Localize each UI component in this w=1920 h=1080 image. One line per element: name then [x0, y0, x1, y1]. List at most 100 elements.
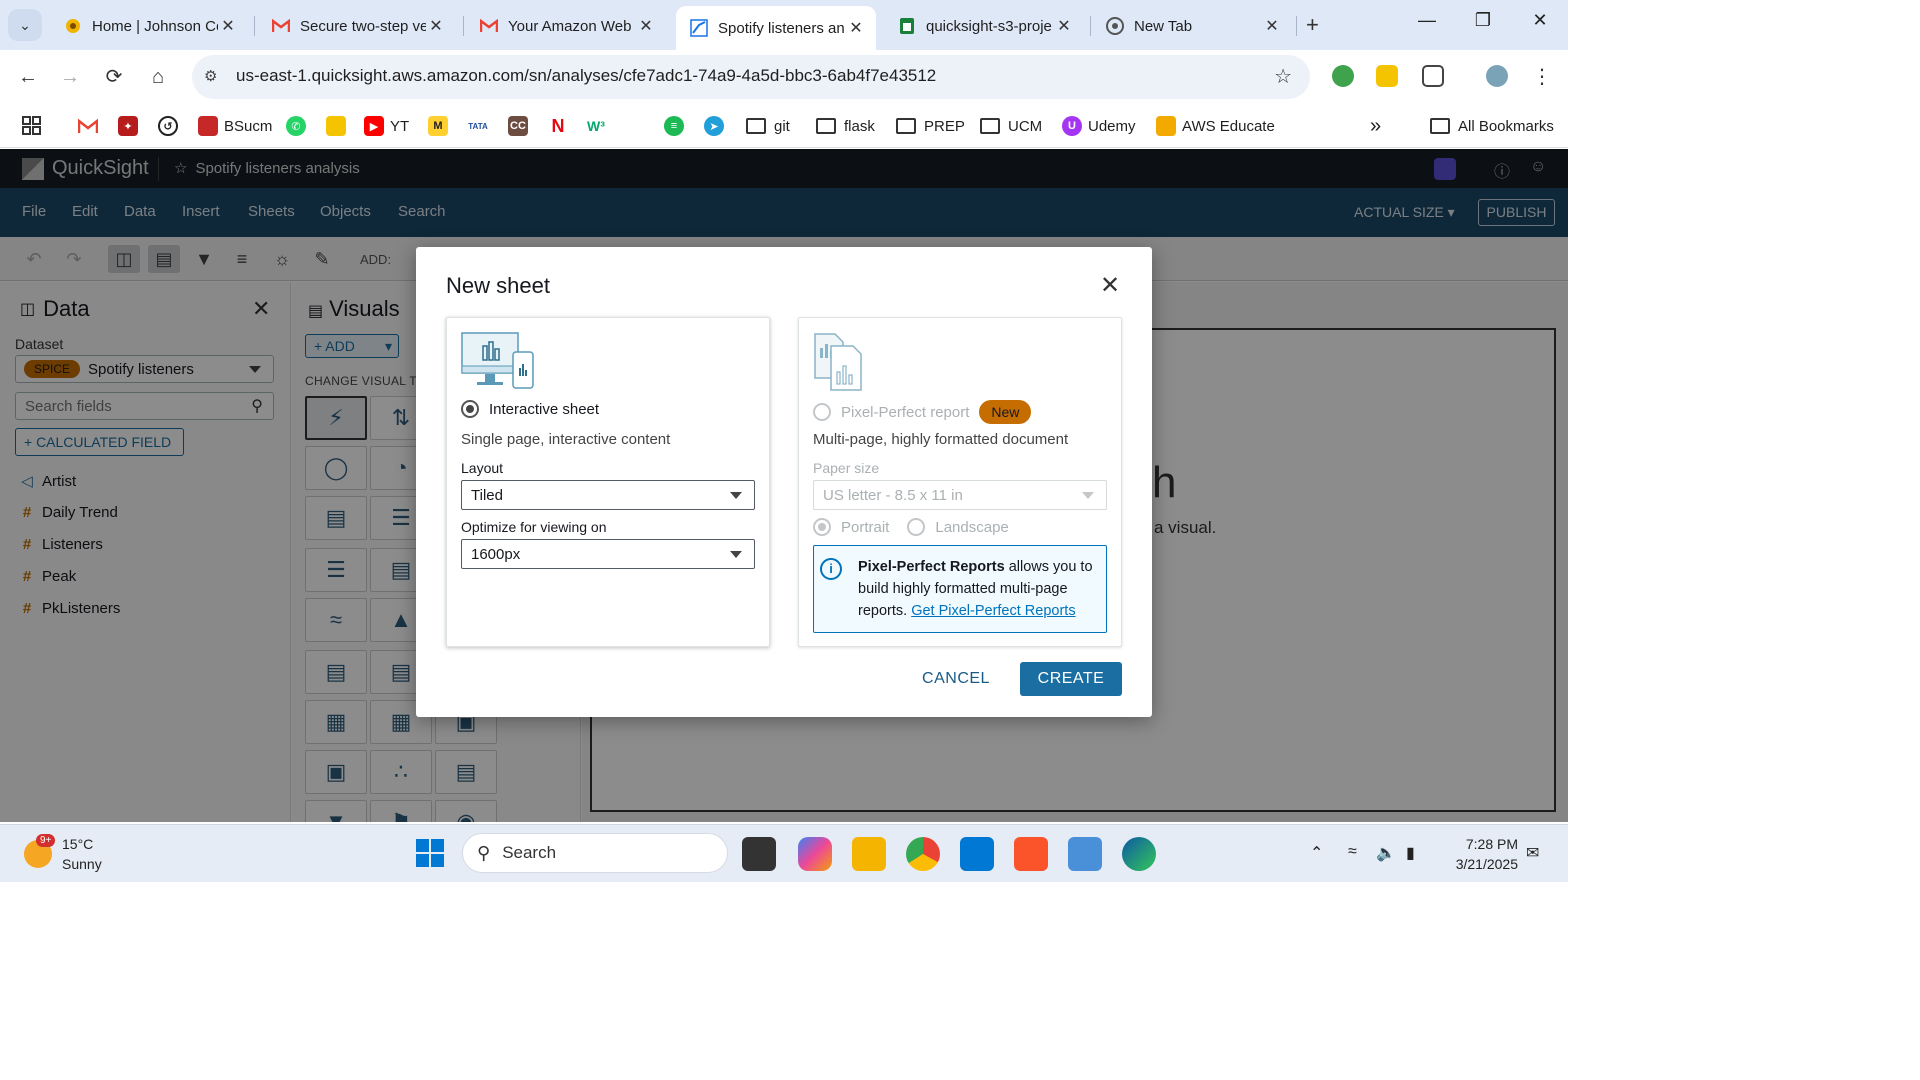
telegram-bookmark-icon[interactable]: ➤ [704, 114, 730, 138]
brave-icon[interactable] [1014, 837, 1048, 871]
bookmark-udemy[interactable]: U Udemy [1062, 114, 1136, 138]
tab-separator [463, 16, 464, 36]
extension-icon[interactable] [1332, 65, 1354, 87]
system-clock[interactable]: 7:28 PM 3/21/2025 [1446, 834, 1518, 874]
new-tab-plus-icon[interactable]: + [1306, 12, 1319, 38]
tab-separator [1090, 16, 1091, 36]
browser-tab[interactable]: Your Amazon Web ✕ [466, 8, 666, 44]
minimize-icon[interactable]: — [1407, 10, 1447, 31]
bookmark-folder-flask[interactable]: flask [816, 114, 875, 138]
battery-icon[interactable]: ▮ [1406, 843, 1415, 863]
site-info-icon[interactable]: ⚙ [204, 67, 217, 85]
miro-bookmark-icon[interactable]: M [428, 114, 454, 138]
get-pixel-perfect-link[interactable]: Get Pixel-Perfect Reports [911, 603, 1075, 619]
landscape-label: Landscape [935, 518, 1009, 536]
spotify-bookmark-icon[interactable]: ≡ [664, 114, 690, 138]
quicksight-favicon-icon [690, 19, 708, 37]
chrome-taskbar-icon[interactable] [906, 837, 940, 871]
folder-icon [896, 118, 916, 134]
udemy-icon: U [1062, 116, 1082, 136]
browser-tab[interactable]: Home | Johnson Co ✕ [50, 8, 248, 44]
wifi-icon[interactable]: ≈ [1348, 843, 1357, 861]
close-tab-icon[interactable]: ✕ [1262, 16, 1282, 36]
task-view-icon[interactable] [742, 837, 776, 871]
profile-avatar[interactable] [1486, 65, 1508, 87]
new-sheet-dialog: New sheet ✕ Interactive sheet Single pag… [416, 247, 1152, 717]
copilot-icon[interactable] [798, 837, 832, 871]
file-explorer-icon[interactable] [852, 837, 886, 871]
home-icon[interactable]: ⌂ [144, 63, 172, 91]
weather-widget[interactable]: 9+ 15°C Sunny [24, 834, 102, 874]
bookmark-star-icon[interactable]: ☆ [1274, 64, 1292, 89]
extension-icon[interactable] [1376, 65, 1398, 87]
browser-tab[interactable]: quicksight-s3-proje ✕ [884, 8, 1084, 44]
pixel-perfect-radio-row[interactable]: Pixel-Perfect report New [813, 400, 1032, 424]
browser-tab[interactable]: Secure two-step ve ✕ [258, 8, 456, 44]
vscode-icon[interactable] [960, 837, 994, 871]
tray-chevron-up-icon[interactable]: ⌃ [1310, 843, 1323, 863]
tab-title: quicksight-s3-proje [926, 17, 1052, 35]
close-icon[interactable]: ✕ [1100, 271, 1120, 300]
info-icon: i [820, 558, 842, 580]
gmail-bookmark-icon[interactable] [78, 114, 98, 138]
tata-bookmark-icon[interactable]: TATA [468, 114, 494, 138]
bookmark-folder-git[interactable]: git [746, 114, 790, 138]
tab-search-button[interactable]: ⌄ [8, 9, 42, 41]
more-menu-icon[interactable]: ⋮ [1528, 63, 1556, 91]
cancel-button[interactable]: CANCEL [912, 662, 1000, 696]
forward-arrow-icon[interactable]: → [56, 63, 84, 91]
close-tab-icon[interactable]: ✕ [846, 18, 866, 38]
close-tab-icon[interactable]: ✕ [636, 16, 656, 36]
history-bookmark-icon[interactable]: ↺ [158, 114, 184, 138]
address-toolbar: ← → ⟳ ⌂ ⚙ us-east-1.quicksight.aws.amazo… [0, 50, 1568, 104]
interactive-sheet-radio-row[interactable]: Interactive sheet [461, 400, 599, 418]
edge-icon[interactable] [1122, 837, 1156, 871]
interactive-sheet-radio[interactable] [461, 400, 479, 418]
bookmark-label: All Bookmarks [1458, 117, 1554, 135]
close-tab-icon[interactable]: ✕ [426, 16, 446, 36]
bookmark-bsucm[interactable]: BSucm [198, 114, 272, 138]
landscape-radio[interactable] [907, 518, 926, 536]
omnibox[interactable]: ⚙ us-east-1.quicksight.aws.amazon.com/sn… [192, 55, 1310, 99]
netflix-bookmark-icon[interactable]: N [548, 114, 574, 138]
url-text[interactable]: us-east-1.quicksight.aws.amazon.com/sn/a… [236, 66, 936, 86]
cc-bookmark-icon[interactable]: CC [508, 114, 534, 138]
bookmark-aws-educate[interactable]: AWS Educate [1156, 114, 1275, 138]
interactive-sheet-card[interactable]: Interactive sheet Single page, interacti… [446, 317, 770, 647]
restore-icon[interactable]: ❐ [1463, 10, 1503, 31]
optimize-viewing-select[interactable]: 1600px [461, 539, 755, 569]
browser-tab-active[interactable]: Spotify listeners an ✕ [676, 6, 876, 50]
pixel-perfect-radio[interactable] [813, 403, 831, 421]
layout-select[interactable]: Tiled [461, 480, 755, 510]
caret-down-icon [1082, 492, 1094, 499]
bookmark-folder-prep[interactable]: PREP [896, 114, 965, 138]
bookmark-folder-ucm[interactable]: UCM [980, 114, 1042, 138]
w3schools-bookmark-icon[interactable]: W³ [586, 114, 612, 138]
windows-start-icon[interactable] [414, 837, 448, 871]
pixel-perfect-report-card[interactable]: Pixel-Perfect report New Multi-page, hig… [798, 317, 1122, 647]
close-tab-icon[interactable]: ✕ [1054, 16, 1074, 36]
reload-icon[interactable]: ⟳ [100, 63, 128, 91]
more-bookmarks-chevron-icon[interactable]: » [1370, 114, 1381, 138]
portrait-radio[interactable] [813, 518, 831, 536]
paper-size-select[interactable]: US letter - 8.5 x 11 in [813, 480, 1107, 510]
notifications-bell-icon[interactable]: ✉ [1526, 843, 1539, 863]
create-button[interactable]: CREATE [1020, 662, 1122, 696]
notes-bookmark-icon[interactable] [326, 114, 352, 138]
back-arrow-icon[interactable]: ← [14, 63, 42, 91]
all-bookmarks-folder[interactable]: All Bookmarks [1430, 114, 1554, 138]
bookmark-yt[interactable]: ▶ YT [364, 114, 409, 138]
close-window-icon[interactable]: ✕ [1520, 10, 1560, 31]
apps-grid-icon[interactable] [22, 114, 42, 138]
browser-tab[interactable]: New Tab ✕ [1092, 8, 1292, 44]
sun-weather-icon: 9+ [24, 834, 56, 868]
extensions-puzzle-icon[interactable] [1422, 65, 1444, 87]
notepad-icon[interactable] [1068, 837, 1102, 871]
taskbar-search-box[interactable]: ⚲ Search [462, 833, 728, 873]
close-tab-icon[interactable]: ✕ [218, 16, 238, 36]
caret-down-icon [730, 492, 742, 499]
whatsapp-bookmark-icon[interactable]: ✆ [286, 114, 312, 138]
volume-icon[interactable]: 🔈 [1376, 843, 1396, 863]
bird-bookmark-icon[interactable]: ✦ [118, 114, 144, 138]
gmail-icon [272, 17, 290, 35]
